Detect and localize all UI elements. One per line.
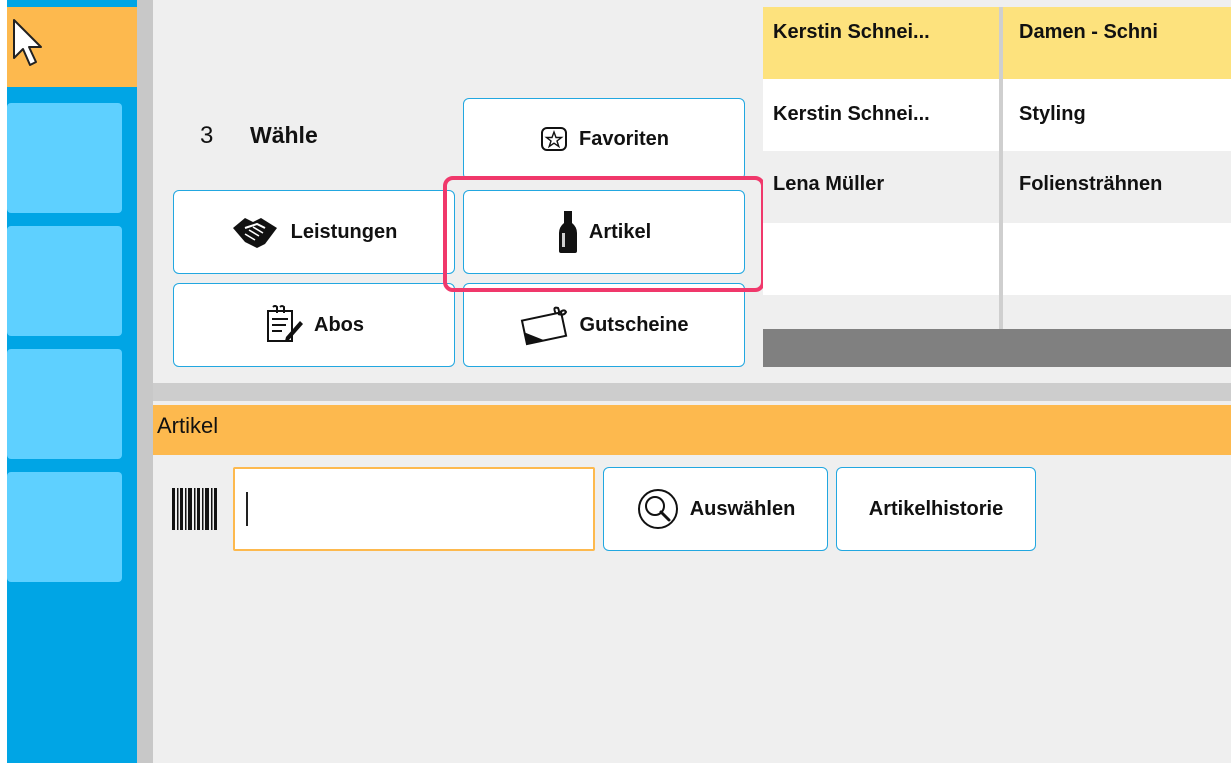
artikel-highlight: [443, 176, 765, 292]
vertical-divider: [137, 0, 153, 763]
employee-cell: Kerstin Schnei...: [773, 21, 930, 43]
article-search-input[interactable]: [233, 467, 595, 551]
pointer-icon: [13, 19, 42, 66]
appointment-table: Kerstin Schnei... Damen - Schni Kerstin …: [763, 7, 1231, 367]
employee-cell: Lena Müller: [773, 173, 885, 195]
auswaehlen-button[interactable]: Auswählen: [603, 467, 828, 551]
service-cell: [1009, 223, 1231, 295]
notepad-icon: [267, 305, 303, 342]
table-row[interactable]: [763, 223, 1231, 295]
artikelhistorie-label: Artikelhistorie: [868, 497, 1004, 520]
favoriten-label: Favoriten: [578, 127, 670, 150]
step-label: Wähle: [250, 122, 318, 148]
leistungen-label: Leistungen: [290, 220, 398, 243]
section-title: Artikel: [153, 405, 1231, 455]
rail-tile-4[interactable]: [7, 472, 122, 582]
star-icon: [540, 127, 567, 151]
handshake-icon: [232, 218, 277, 248]
rail-tile-2[interactable]: [7, 226, 122, 336]
rail-tile-1[interactable]: [7, 103, 122, 213]
step-number: 3: [200, 122, 214, 149]
table-row[interactable]: Kerstin Schnei... Styling: [763, 79, 1231, 151]
table-row[interactable]: Lena Müller Foliensträhnen: [763, 151, 1231, 223]
favoriten-button[interactable]: Favoriten: [463, 98, 745, 180]
gift-card-icon: [520, 306, 567, 346]
leistungen-button[interactable]: Leistungen: [173, 190, 455, 274]
auswaehlen-label: Auswählen: [689, 497, 796, 520]
horizontal-divider: [153, 383, 1231, 401]
table-row: [763, 295, 1231, 329]
table-scrollbar[interactable]: [763, 329, 1231, 367]
service-cell: Styling: [1019, 103, 1086, 125]
column-separator: [999, 7, 1003, 329]
service-cell: Damen - Schni: [1019, 21, 1158, 43]
abos-label: Abos: [314, 313, 364, 336]
table-row[interactable]: Kerstin Schnei... Damen - Schni: [763, 7, 1231, 79]
employee-cell: [763, 223, 999, 295]
employee-cell: Kerstin Schnei...: [773, 103, 930, 125]
rail-tile-3[interactable]: [7, 349, 122, 459]
magnifier-icon: [637, 489, 678, 529]
service-cell: Foliensträhnen: [1019, 173, 1163, 195]
gutscheine-label: Gutscheine: [579, 313, 689, 336]
gutscheine-button[interactable]: Gutscheine: [463, 283, 745, 367]
abos-button[interactable]: Abos: [173, 283, 455, 367]
artikelhistorie-button[interactable]: Artikelhistorie: [836, 467, 1036, 551]
barcode-icon: [172, 488, 217, 530]
text-caret: [246, 492, 248, 526]
